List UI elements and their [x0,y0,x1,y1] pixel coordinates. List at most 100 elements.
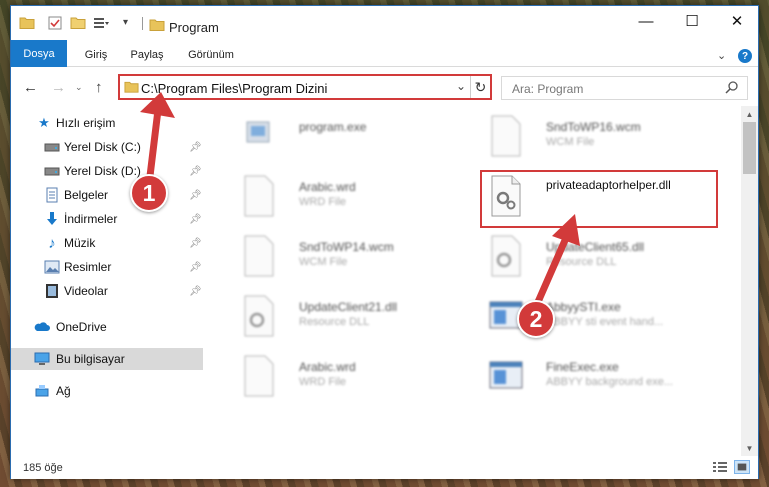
refresh-icon: ↻ [474,78,487,95]
sidebar-item-pictures[interactable]: Resimler 📌︎ [11,256,203,278]
status-bar: 185 öğe [11,457,758,479]
scroll-up-icon[interactable]: ▲ [741,106,758,122]
address-folder-icon [124,81,139,93]
sidebar-item-label: Hızlı erişim [56,116,116,130]
sidebar-item-onedrive[interactable]: OneDrive [11,316,203,338]
pin-icon[interactable]: 📌︎ [189,166,202,177]
file-name: FineExec.exe [546,360,619,374]
download-icon [47,212,57,225]
file-item-sndtowp14[interactable]: SndToWP14.wcm WCM File [239,232,479,282]
address-bar[interactable]: C:\Program Files\Program Dizini ⌄ ↻ [118,74,492,100]
sidebar-item-documents[interactable]: Belgeler 📌︎ [11,184,203,206]
navigation-pane: ★ Hızlı erişim Yerel Disk (C:) 📌︎ Yerel … [11,106,203,456]
sidebar-item-label: Belgeler [64,188,109,202]
refresh-button[interactable]: ↻ [470,76,490,98]
file-item-arabic-wrd-2[interactable]: Arabic.wrd WRD File [239,352,479,402]
file-item-program-exe[interactable]: program.exe [239,112,479,162]
window-title: Program [169,20,219,35]
pin-icon[interactable]: 📌︎ [189,238,202,249]
pin-icon[interactable]: 📌︎ [189,190,202,201]
documents-icon [46,187,58,203]
search-box[interactable]: Ara: Program [501,76,748,100]
pin-icon[interactable]: 📌︎ [189,262,202,273]
title-folder-icon [149,19,165,31]
music-icon: ♪ [48,234,56,252]
explorer-window: ▾ Program — ☐ ✕ Dosya Giriş Paylaş Görün… [10,5,759,479]
cloud-icon [34,322,50,331]
minimize-button[interactable]: — [623,6,669,36]
large-icons-view-icon[interactable] [734,460,750,474]
address-dropdown-icon[interactable]: ⌄ [456,79,466,93]
pin-icon[interactable]: 📌︎ [189,286,202,297]
sidebar-item-label: İndirmeler [64,212,118,226]
back-arrow-icon[interactable]: ← [23,79,38,96]
address-path: C:\Program Files\Program Dizini [141,81,328,96]
quick-access-dropdown-icon[interactable]: ▾ [123,17,128,28]
minimize-icon: — [638,12,654,30]
sidebar-item-this-pc[interactable]: Bu bilgisayar [11,348,203,370]
customize-toolbar-icon[interactable] [93,15,109,31]
file-icon [244,355,274,397]
sidebar-item-music[interactable]: ♪ Müzik 📌︎ [11,232,203,254]
file-type: ABBYY sti event hand... [546,316,664,328]
file-list: program.exe Arabic.wrd WRD File SndToWP1… [214,106,741,456]
sidebar-item-videos[interactable]: Videolar 📌︎ [11,280,203,302]
exe-icon [246,121,270,143]
scroll-down-icon[interactable]: ▼ [741,440,758,456]
sidebar-item-label: Videolar [64,284,108,298]
sidebar-item-label: Müzik [64,236,96,250]
properties-icon[interactable] [47,15,63,31]
title-bar: ▾ Program — ☐ ✕ [11,6,758,40]
drive-icon [44,167,60,176]
new-folder-icon[interactable] [70,15,86,31]
vertical-scrollbar[interactable]: ▲ ▼ [741,106,758,456]
navigation-bar: ← → ⌄ ↑ C:\Program Files\Program Dizini … [11,68,758,104]
search-icon[interactable] [725,80,739,94]
sidebar-item-quick-access[interactable]: ★ Hızlı erişim [11,112,203,134]
file-name: SndToWP16.wcm [546,120,641,134]
file-item-updateclient65[interactable]: UpdateClient65.dll Resource DLL [486,232,726,282]
file-item-sndtowp16[interactable]: SndToWP16.wcm WCM File [486,112,726,162]
file-name: Arabic.wrd [299,360,356,374]
tab-gorunum[interactable]: Görünüm [181,44,241,66]
file-item-fineexec[interactable]: FineExec.exe ABBYY background exe... [486,352,726,402]
file-type: Resource DLL [546,256,617,268]
sidebar-item-disk-c[interactable]: Yerel Disk (C:) 📌︎ [11,136,203,158]
chevron-down-icon[interactable]: ⌄ [717,49,726,62]
file-icon [244,175,274,217]
details-view-icon[interactable] [712,460,728,474]
file-item-arabic-wrd-1[interactable]: Arabic.wrd WRD File [239,172,479,222]
sidebar-item-disk-d[interactable]: Yerel Disk (D:) 📌︎ [11,160,203,182]
file-name: SndToWP14.wcm [299,240,394,254]
file-name: UpdateClient65.dll [546,240,645,254]
help-button[interactable]: ? [738,49,752,63]
folder-icon[interactable] [19,15,35,31]
close-button[interactable]: ✕ [714,6,760,36]
maximize-button[interactable]: ☐ [669,6,715,36]
star-icon: ★ [38,115,50,130]
search-input[interactable]: Ara: Program [512,82,583,96]
sidebar-item-downloads[interactable]: İndirmeler 📌︎ [11,208,203,230]
item-count: 185 öğe [23,462,63,474]
file-item-updateclient21[interactable]: UpdateClient21.dll Resource DLL [239,292,479,342]
file-icon [491,115,521,157]
maximize-icon: ☐ [685,13,699,30]
ribbon-tabs: Dosya Giriş Paylaş Görünüm ⌄ ? [11,40,758,67]
tab-dosya[interactable]: Dosya [11,40,67,67]
videos-icon [46,284,58,298]
sidebar-item-label: Ağ [56,384,71,398]
annotation-badge-1: 1 [130,174,168,212]
tab-giris[interactable]: Giriş [77,44,115,66]
recent-locations-icon[interactable]: ⌄ [75,82,83,93]
up-arrow-icon[interactable]: ↑ [95,79,103,96]
scroll-thumb[interactable] [743,122,756,174]
tab-paylas[interactable]: Paylaş [125,44,169,66]
file-type: WCM File [299,256,348,268]
annotation-badge-2: 2 [517,300,555,338]
pin-icon[interactable]: 📌︎ [189,214,202,225]
forward-arrow-icon[interactable]: → [51,79,66,96]
pin-icon[interactable]: 📌︎ [189,142,202,153]
pictures-icon [44,260,60,274]
file-type: WCM File [546,136,595,148]
sidebar-item-network[interactable]: Ağ [11,380,203,402]
